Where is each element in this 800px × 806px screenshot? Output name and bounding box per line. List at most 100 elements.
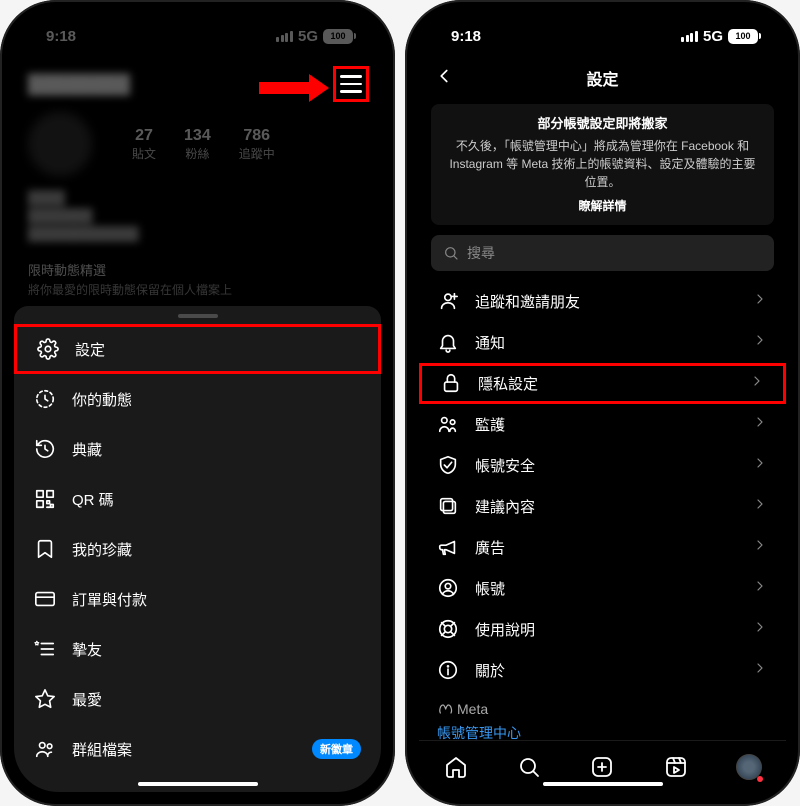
menu-close-friends[interactable]: 摯友 <box>14 624 381 674</box>
hamburger-menu-button[interactable] <box>333 66 369 102</box>
notice-more: 瞭解詳情 <box>445 197 760 215</box>
arrow-annotation <box>259 74 329 102</box>
menu-saved-label: 我的珍藏 <box>72 539 132 560</box>
menu-orders-label: 訂單與付款 <box>72 589 147 610</box>
photos-icon <box>437 495 459 517</box>
avatar[interactable] <box>28 112 92 176</box>
posts-label: 貼文 <box>132 145 156 162</box>
status-network: 5G <box>298 28 318 45</box>
chevron-right-icon <box>752 619 768 639</box>
card-icon <box>34 588 56 610</box>
status-time: 9:18 <box>451 28 481 45</box>
battery-icon: 100 <box>323 29 353 44</box>
menu-settings[interactable]: 設定 <box>14 324 381 374</box>
nav-header: 設定 <box>419 58 786 98</box>
notice-body: 不久後，「帳號管理中心」將成為管理你在 Facebook 和 Instagram… <box>445 137 760 191</box>
stats-row: 27 貼文 134 粉絲 786 追蹤中 <box>14 102 381 186</box>
chevron-right-icon <box>752 291 768 311</box>
row-privacy[interactable]: 隱私設定 <box>419 363 786 404</box>
chevron-right-icon <box>752 578 768 598</box>
shield-icon <box>437 454 459 476</box>
row-ads-label: 廣告 <box>475 537 505 558</box>
row-follow-label: 追蹤和邀請朋友 <box>475 291 580 312</box>
story-highlights[interactable]: 限時動態精選 將你最愛的限時動態保留在個人檔案上 <box>14 254 381 304</box>
chevron-right-icon <box>752 496 768 516</box>
search-placeholder: 搜尋 <box>467 243 495 263</box>
chevron-right-icon <box>752 537 768 557</box>
hamburger-wrapper <box>333 66 369 102</box>
settings-content: 設定 部分帳號設定即將搬家 不久後，「帳號管理中心」將成為管理你在 Facebo… <box>419 58 786 740</box>
row-supervision-label: 監護 <box>475 414 505 435</box>
menu-close-friends-label: 摯友 <box>72 639 102 660</box>
home-indicator[interactable] <box>138 782 258 786</box>
menu-qr[interactable]: QR 碼 <box>14 474 381 524</box>
row-account-label: 帳號 <box>475 578 505 599</box>
lock-icon <box>440 372 462 394</box>
status-time: 9:18 <box>46 28 76 45</box>
row-supervision[interactable]: 監護 <box>419 404 786 445</box>
sheet-grabber[interactable] <box>178 314 218 318</box>
menu-qr-label: QR 碼 <box>72 489 114 510</box>
row-account[interactable]: 帳號 <box>419 568 786 609</box>
row-security[interactable]: 帳號安全 <box>419 445 786 486</box>
tab-search[interactable] <box>516 754 542 780</box>
lifebuoy-icon <box>437 618 459 640</box>
row-suggested[interactable]: 建議內容 <box>419 486 786 527</box>
stat-followers[interactable]: 134 粉絲 <box>184 127 211 162</box>
followers-count: 134 <box>184 127 211 145</box>
screen-right: 9:18 5G 100 設定 部分帳號設定即將搬家 不久後，「帳號管理中心」將成… <box>419 14 786 792</box>
menu-activity-label: 你的動態 <box>72 389 132 410</box>
page-title: 設定 <box>586 66 618 90</box>
following-label: 追蹤中 <box>239 145 275 162</box>
activity-icon <box>34 388 56 410</box>
row-help-label: 使用說明 <box>475 619 535 640</box>
tab-home[interactable] <box>443 754 469 780</box>
following-count: 786 <box>239 127 275 145</box>
row-help[interactable]: 使用說明 <box>419 609 786 650</box>
info-icon <box>437 659 459 681</box>
chevron-right-icon <box>752 332 768 352</box>
home-indicator[interactable] <box>543 782 663 786</box>
menu-activity[interactable]: 你的動態 <box>14 374 381 424</box>
accounts-center-link[interactable]: 帳號管理中心 <box>437 723 768 741</box>
tab-profile[interactable] <box>736 754 762 780</box>
search-icon <box>443 245 459 261</box>
menu-orders[interactable]: 訂單與付款 <box>14 574 381 624</box>
status-bar: 9:18 5G 100 <box>419 14 786 58</box>
chevron-right-icon <box>752 455 768 475</box>
tab-reels[interactable] <box>663 754 689 780</box>
group-icon <box>34 738 56 760</box>
menu-archive[interactable]: 典藏 <box>14 424 381 474</box>
status-network: 5G <box>703 28 723 45</box>
chevron-right-icon <box>749 373 765 393</box>
bio: ███████████████████████ <box>14 186 381 254</box>
notice-banner[interactable]: 部分帳號設定即將搬家 不久後，「帳號管理中心」將成為管理你在 Facebook … <box>431 104 774 225</box>
menu-favorites[interactable]: 最愛 <box>14 674 381 724</box>
row-ads[interactable]: 廣告 <box>419 527 786 568</box>
meta-section: Meta 帳號管理中心 控制 Instagram、Facebook 應用程式和 … <box>419 691 786 741</box>
new-badge: 新徽章 <box>312 739 361 759</box>
status-right: 5G 100 <box>276 28 353 45</box>
bookmark-icon <box>34 538 56 560</box>
row-notifications[interactable]: 通知 <box>419 322 786 363</box>
search-input[interactable]: 搜尋 <box>431 235 774 271</box>
menu-saved[interactable]: 我的珍藏 <box>14 524 381 574</box>
stat-following[interactable]: 786 追蹤中 <box>239 127 275 162</box>
back-button[interactable] <box>433 65 455 92</box>
stat-posts[interactable]: 27 貼文 <box>132 127 156 162</box>
chevron-right-icon <box>752 660 768 680</box>
row-about[interactable]: 關於 <box>419 650 786 691</box>
chevron-right-icon <box>752 414 768 434</box>
user-icon <box>437 577 459 599</box>
phone-left: 9:18 5G 100 ████████ 27 貼文 <box>0 0 395 806</box>
stats: 27 貼文 134 粉絲 786 追蹤中 <box>132 127 275 162</box>
row-privacy-label: 隱私設定 <box>478 373 538 394</box>
tab-create[interactable] <box>589 754 615 780</box>
row-follow[interactable]: 追蹤和邀請朋友 <box>419 281 786 322</box>
highlights-title: 限時動態精選 <box>28 260 367 279</box>
megaphone-icon <box>437 536 459 558</box>
archive-icon <box>34 438 56 460</box>
dimmed-background: 9:18 5G 100 ████████ 27 貼文 <box>14 14 381 304</box>
menu-group[interactable]: 群組檔案 新徽章 <box>14 724 381 774</box>
menu-group-label: 群組檔案 <box>72 739 132 760</box>
